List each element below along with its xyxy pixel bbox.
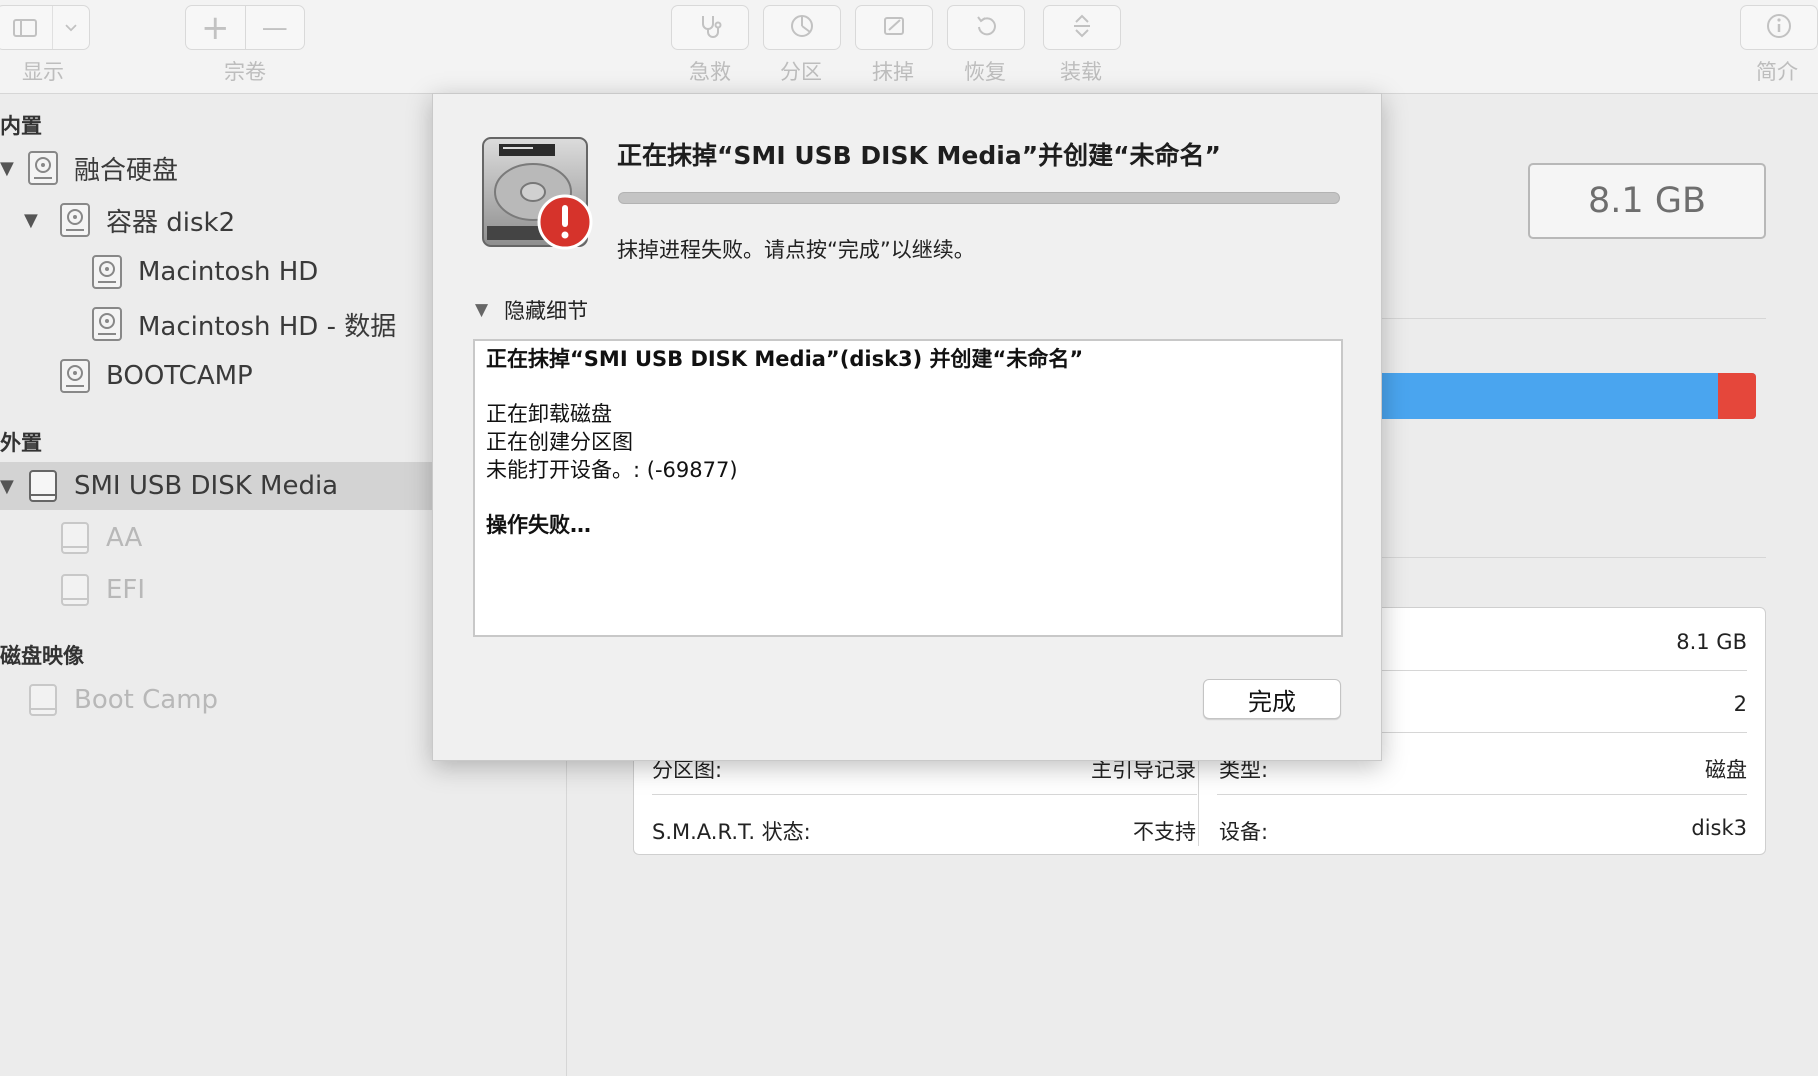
internal-disk-icon [60,359,90,393]
eraser-icon [880,12,908,44]
smart-status-value: 不支持 [1133,820,1196,844]
device-label: 设备: [1219,820,1269,844]
mount-button[interactable] [1043,5,1121,50]
volume-icon [61,522,89,554]
sidebar-item-label: SMI USB DISK Media [74,471,339,501]
log-line: 正在抹掉“SMI USB DISK Media”(disk3) 并创建“未命名” [486,347,1084,371]
hide-details-toggle[interactable]: ▼ 隐藏细节 [475,295,588,325]
mount-icon [1068,12,1096,44]
volume-icon [61,574,89,606]
details-log[interactable]: 正在抹掉“SMI USB DISK Media”(disk3) 并创建“未命名”… [473,339,1343,637]
usage-bar [1370,373,1756,419]
sidebar-item-label: BOOTCAMP [106,361,253,391]
external-disk-icon [29,470,57,502]
sidebar-item-label: Macintosh HD [138,257,319,287]
disk-image-icon [29,684,57,716]
add-volume-button[interactable]: + [186,6,246,49]
mount-label: 装载 [1060,60,1102,84]
restore-arrow-icon [972,12,1000,44]
log-line: 正在卸载磁盘 [486,402,612,426]
sidebar-item-label: Macintosh HD - 数据 [138,311,397,342]
info-value: 2 [1733,692,1747,716]
log-line: 正在创建分区图 [486,430,633,454]
done-button[interactable]: 完成 [1203,679,1341,719]
internal-disk-icon [92,307,122,341]
disclosure-triangle-icon: ▼ [475,300,489,320]
chevron-down-icon [53,6,89,49]
dialog-title: 正在抹掉“SMI USB DISK Media”并创建“未命名” [617,141,1221,170]
first-aid-button[interactable] [671,5,749,50]
internal-section-header: 内置 [0,114,42,138]
log-line: 操作失败… [486,513,591,537]
divider [652,794,1197,795]
internal-disk-icon [92,255,122,289]
disclosure-triangle-icon[interactable]: ▼ [24,210,44,231]
capacity-display: 8.1 GB [1528,163,1766,239]
erase-label: 抹掉 [872,60,914,84]
sidebar-item-label: 融合硬盘 [74,155,179,186]
info-icon [1765,12,1793,44]
remove-volume-button[interactable]: — [246,6,305,49]
stethoscope-icon [696,12,724,44]
volume-label: 宗卷 [224,60,266,84]
info-label: 简介 [1756,60,1798,84]
view-label: 显示 [22,60,64,84]
first-aid-label: 急救 [689,60,731,84]
external-section-header: 外置 [0,431,42,455]
partition-button[interactable] [763,5,841,50]
partition-label: 分区 [780,60,822,84]
disclosure-triangle-icon[interactable]: ▼ [0,158,20,179]
progress-bar [618,192,1340,204]
sidebar-item-label: 容器 disk2 [106,207,236,238]
restore-label: 恢复 [964,60,1006,84]
smart-status-label: S.M.A.R.T. 状态: [652,820,811,844]
sidebar-item-label: Boot Camp [74,685,219,715]
hide-details-label: 隐藏细节 [504,299,589,323]
divider [1370,318,1766,319]
pie-chart-icon [788,12,816,44]
internal-disk-icon [60,203,90,237]
sidebar-item-label: AA [106,523,143,553]
restore-button[interactable] [947,5,1025,50]
toolbar: 显示 + — 宗卷 急救 分区 抹掉 恢复 装载 简介 [0,0,1818,94]
sidebar-item-label: EFI [106,575,146,605]
hard-drive-error-icon [482,137,593,250]
view-button[interactable] [0,5,90,50]
dialog-message: 抹掉进程失败。请点按“完成”以继续。 [617,238,975,262]
log-line: 未能打开设备。: (-69877) [486,458,738,482]
device-value: disk3 [1691,816,1747,840]
divider [1217,794,1747,795]
sidebar-toggle-icon [0,6,54,49]
type-value: 磁盘 [1705,758,1747,782]
disk-images-section-header: 磁盘映像 [0,644,84,668]
volume-segmented-control: + — [185,5,305,50]
info-value: 8.1 GB [1676,630,1747,654]
divider [1370,557,1766,558]
disclosure-triangle-icon[interactable]: ▼ [0,476,20,497]
info-button[interactable] [1740,5,1818,50]
internal-disk-icon [28,151,58,185]
usage-bar-other-segment [1718,373,1756,419]
erase-button[interactable] [855,5,933,50]
erase-progress-dialog: 正在抹掉“SMI USB DISK Media”并创建“未命名” 抹掉进程失败。… [432,93,1382,761]
